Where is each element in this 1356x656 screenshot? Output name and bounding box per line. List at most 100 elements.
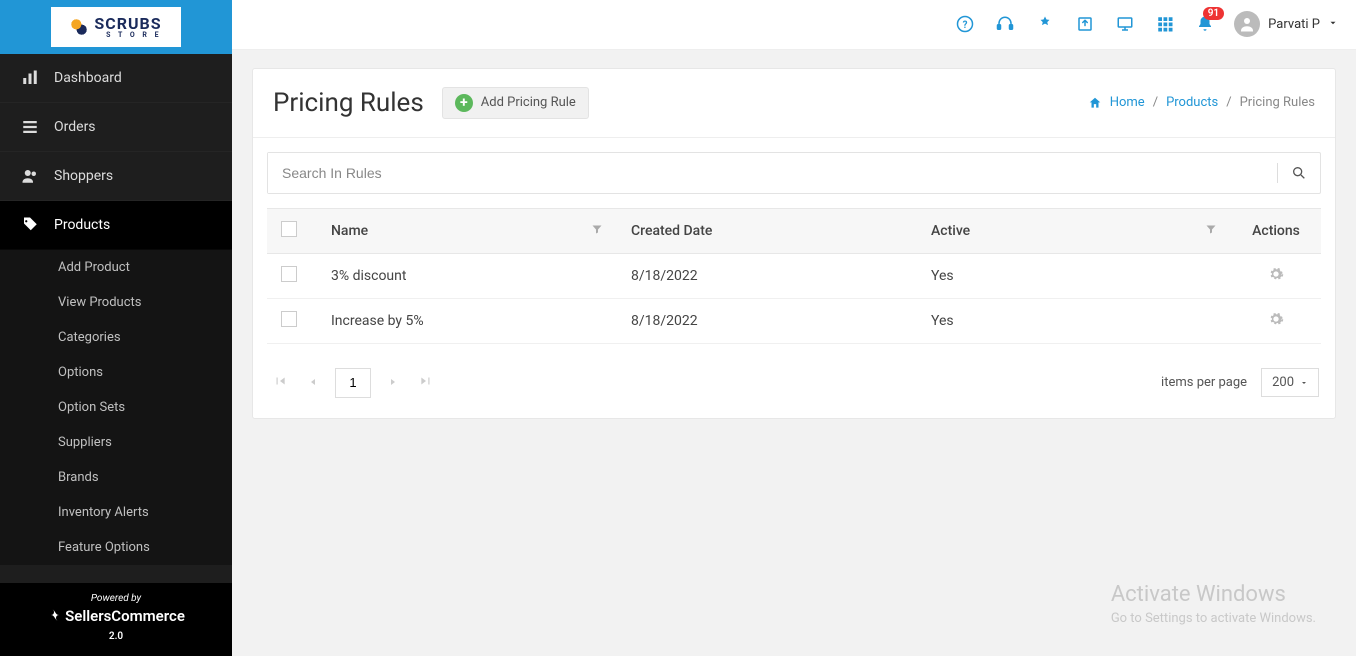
subnav-feature-options[interactable]: Feature Options [0, 530, 232, 565]
subnav-options[interactable]: Options [0, 355, 232, 390]
cell-name: Increase by 5% [317, 298, 617, 343]
per-page-value: 200 [1272, 375, 1294, 390]
page-title: Pricing Rules [273, 88, 424, 118]
subnav-view-products[interactable]: View Products [0, 285, 232, 320]
pager-right: items per page 200 [1161, 368, 1319, 397]
plus-icon: + [455, 94, 473, 112]
user-menu[interactable]: Parvati P [1234, 11, 1338, 37]
cell-active: Yes [917, 298, 1231, 343]
chevron-down-icon [1328, 17, 1338, 32]
logo-mark-icon [70, 18, 88, 36]
sidebar-item-label: Products [54, 217, 110, 233]
breadcrumb: Home / Products / Pricing Rules [1088, 95, 1315, 110]
subnav-inventory-alerts[interactable]: Inventory Alerts [0, 495, 232, 530]
subnav-suppliers[interactable]: Suppliers [0, 425, 232, 460]
watermark-sub: Go to Settings to activate Windows. [1111, 611, 1316, 626]
products-submenu: Add Product View Products Categories Opt… [0, 250, 232, 565]
subnav-option-sets[interactable]: Option Sets [0, 390, 232, 425]
users-icon [20, 166, 40, 186]
add-pricing-rule-button[interactable]: + Add Pricing Rule [442, 87, 589, 119]
sidebar-item-label: Orders [54, 119, 96, 135]
table-header-row: Name Created Date Active Actions [267, 208, 1321, 253]
notifications-icon[interactable]: 91 [1196, 15, 1214, 33]
pager-left [269, 368, 437, 398]
logo: SCRUBS S T O R E [0, 0, 232, 54]
monitor-icon[interactable] [1116, 15, 1134, 33]
help-icon[interactable]: ? [956, 15, 974, 33]
logo-line2: S T O R E [94, 32, 161, 39]
page-input[interactable] [335, 368, 371, 398]
content: Pricing Rules + Add Pricing Rule Home / … [232, 50, 1356, 437]
cell-name: 3% discount [317, 253, 617, 298]
add-button-label: Add Pricing Rule [481, 95, 576, 110]
sidebar-item-label: Shoppers [54, 168, 113, 184]
subnav-add-product[interactable]: Add Product [0, 250, 232, 285]
logo-text: SCRUBS S T O R E [94, 16, 161, 39]
logo-box: SCRUBS S T O R E [51, 7, 181, 47]
subnav-brands[interactable]: Brands [0, 460, 232, 495]
breadcrumb-sep: / [1226, 95, 1231, 110]
row-checkbox[interactable] [281, 311, 297, 327]
pager-last-icon[interactable] [415, 369, 437, 396]
list-icon [20, 117, 40, 137]
title-row: Pricing Rules + Add Pricing Rule [273, 87, 589, 119]
rules-table: Name Created Date Active Actions 3% disc… [267, 208, 1321, 344]
pager-prev-icon[interactable] [303, 369, 323, 396]
sidebar-nav: Dashboard Orders Shoppers Products Add P… [0, 54, 232, 583]
cell-created: 8/18/2022 [617, 253, 917, 298]
search-button[interactable] [1278, 165, 1320, 181]
breadcrumb-products[interactable]: Products [1166, 95, 1218, 110]
row-actions-gear-icon[interactable] [1268, 315, 1284, 331]
card-body: Name Created Date Active Actions 3% disc… [253, 138, 1335, 418]
sidebar-item-label: Dashboard [54, 70, 122, 86]
topbar: ? 91 Parvati P [232, 0, 1356, 50]
search-input[interactable] [268, 153, 1277, 193]
search-row [267, 152, 1321, 194]
filter-icon[interactable] [1205, 223, 1217, 239]
external-link-icon[interactable] [1076, 15, 1094, 33]
powered-by-brand: SellersCommerce [0, 607, 232, 625]
breadcrumb-current: Pricing Rules [1240, 95, 1315, 110]
items-per-page-label: items per page [1161, 375, 1247, 390]
home-icon [1088, 96, 1102, 110]
cell-created: 8/18/2022 [617, 298, 917, 343]
select-all-checkbox[interactable] [281, 221, 297, 237]
card-header: Pricing Rules + Add Pricing Rule Home / … [253, 69, 1335, 125]
windows-activation-watermark: Activate Windows Go to Settings to activ… [1111, 582, 1316, 626]
row-checkbox[interactable] [281, 266, 297, 282]
filter-icon[interactable] [591, 223, 603, 239]
pager-next-icon[interactable] [383, 369, 403, 396]
svg-text:?: ? [963, 20, 968, 31]
main: ? 91 Parvati P [232, 0, 1356, 656]
avatar-icon [1234, 11, 1260, 37]
row-actions-gear-icon[interactable] [1268, 270, 1284, 286]
caret-down-icon [1300, 379, 1308, 387]
card: Pricing Rules + Add Pricing Rule Home / … [252, 68, 1336, 419]
tag-icon [20, 215, 40, 235]
pager-first-icon[interactable] [269, 369, 291, 396]
sidebar-item-dashboard[interactable]: Dashboard [0, 54, 232, 103]
sidebar-item-orders[interactable]: Orders [0, 103, 232, 152]
settings-star-icon[interactable] [1036, 15, 1054, 33]
sidebar: SCRUBS S T O R E Dashboard Orders Shoppe… [0, 0, 232, 656]
col-created: Created Date [631, 223, 712, 239]
powered-brand-text: SellersCommerce [65, 607, 185, 625]
powered-by-version: 2.0 [0, 631, 232, 642]
col-active: Active [931, 223, 970, 239]
logo-line1: SCRUBS [94, 14, 161, 33]
powered-by-label: Powered by [0, 593, 232, 604]
breadcrumb-home[interactable]: Home [1110, 95, 1145, 110]
bar-chart-icon [20, 68, 40, 88]
sidebar-item-products[interactable]: Products [0, 201, 232, 250]
col-name: Name [331, 223, 368, 239]
table-row: Increase by 5% 8/18/2022 Yes [267, 298, 1321, 343]
apps-grid-icon[interactable] [1156, 15, 1174, 33]
per-page-select[interactable]: 200 [1261, 368, 1319, 397]
subnav-categories[interactable]: Categories [0, 320, 232, 355]
sidebar-item-shoppers[interactable]: Shoppers [0, 152, 232, 201]
topbar-icons: ? 91 [956, 15, 1214, 33]
watermark-heading: Activate Windows [1111, 582, 1316, 607]
cell-active: Yes [917, 253, 1231, 298]
powered-by: Powered by SellersCommerce 2.0 [0, 583, 232, 656]
headset-icon[interactable] [996, 15, 1014, 33]
